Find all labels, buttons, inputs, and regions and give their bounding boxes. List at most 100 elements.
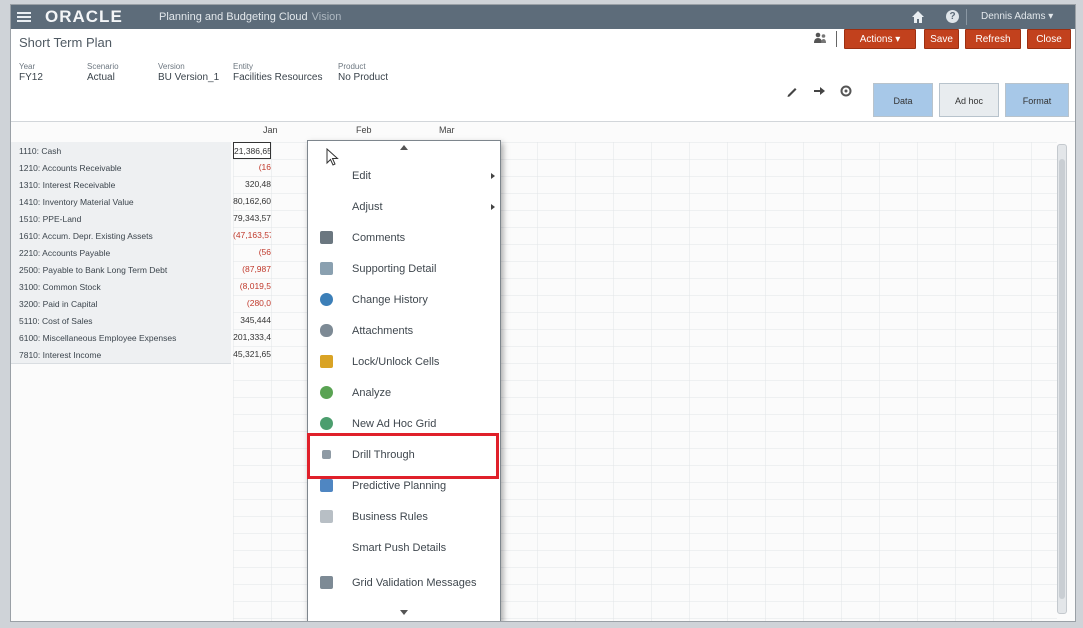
pencil-icon[interactable] (785, 84, 799, 98)
menu-item-change-history[interactable]: Change History (308, 285, 500, 315)
grid-cell[interactable]: (16 (233, 159, 271, 176)
menu-item-label: New Ad Hoc Grid (352, 418, 437, 430)
app-title: Planning and Budgeting Cloud Vision (159, 11, 341, 23)
row-label[interactable]: 1310: Interest Receivable (19, 180, 115, 190)
row-label[interactable]: 7810: Interest Income (19, 350, 101, 360)
validation-icon (320, 576, 333, 589)
row-label[interactable]: 3100: Common Stock (19, 282, 101, 292)
row-label[interactable]: 1610: Accum. Depr. Existing Assets (19, 231, 153, 241)
global-header: ORACLE Planning and Budgeting Cloud Visio… (11, 5, 1075, 29)
scroll-up-icon[interactable] (400, 145, 408, 150)
menu-item-label: Grid Validation Messages (352, 577, 477, 589)
tab-adhoc[interactable]: Ad hoc (939, 83, 999, 117)
help-icon[interactable]: ? (946, 10, 959, 23)
row-label[interactable]: 1110: Cash (19, 146, 61, 156)
row-label[interactable]: 1210: Accounts Receivable (19, 163, 122, 173)
row-label[interactable]: 6100: Miscellaneous Employee Expenses (19, 333, 176, 343)
user-menu[interactable]: Dennis Adams ▾ (981, 11, 1053, 22)
pov-year[interactable]: Year FY12 (19, 62, 43, 83)
column-header-mar[interactable]: Mar (439, 125, 455, 135)
pov-version[interactable]: Version BU Version_1 (158, 62, 219, 83)
grid-cell[interactable]: 345,444 (233, 312, 271, 329)
menu-item-attachments[interactable]: Attachments (308, 316, 500, 346)
menu-item-analyze[interactable]: Analyze (308, 378, 500, 408)
pov-value: No Product (338, 72, 389, 83)
actions-button[interactable]: Actions ▾ (844, 29, 916, 49)
actions-label: Actions (859, 34, 893, 45)
menu-item-label: Smart Push Details (352, 542, 447, 554)
submenu-arrow-icon (491, 204, 495, 210)
column-header-jan[interactable]: Jan (263, 125, 278, 135)
grid-cell[interactable]: (8,019,5 (233, 278, 271, 295)
menu-item-label: Adjust (352, 201, 383, 213)
comment-icon (320, 231, 333, 244)
pov-label: Scenario (87, 62, 119, 71)
pov-entity[interactable]: Entity Facilities Resources (233, 62, 322, 83)
divider (966, 9, 967, 25)
grid-cell[interactable]: 201,333,4 (233, 329, 271, 346)
adhoc-grid-icon (320, 417, 333, 430)
scrollbar-thumb[interactable] (1059, 159, 1065, 599)
vertical-scrollbar[interactable] (1057, 144, 1067, 614)
grid-cell[interactable]: 45,321,65 (233, 346, 271, 363)
arrow-right-icon[interactable] (812, 84, 826, 98)
paperclip-icon (320, 324, 333, 337)
oracle-logo: ORACLE (45, 7, 123, 26)
scroll-down-icon[interactable] (400, 610, 408, 615)
menu-item-label: Edit (352, 170, 371, 182)
grid-cell[interactable]: 320,48 (233, 176, 271, 193)
mouse-cursor-icon (326, 148, 339, 166)
column-header-feb[interactable]: Feb (356, 125, 372, 135)
row-label[interactable]: 2210: Accounts Payable (19, 248, 110, 258)
row-label[interactable]: 3200: Paid in Capital (19, 299, 97, 309)
predictive-icon (320, 479, 333, 492)
refresh-button[interactable]: Refresh (965, 29, 1021, 49)
tab-format[interactable]: Format (1005, 83, 1069, 117)
grid-cell[interactable]: 79,343,57 (233, 210, 271, 227)
pov-product[interactable]: Product No Product (338, 62, 388, 83)
row-label[interactable]: 2500: Payable to Bank Long Term Debt (19, 265, 167, 275)
pov-value: Facilities Resources (233, 72, 323, 83)
grid-cell[interactable]: (280,0 (233, 295, 271, 312)
analyze-icon (320, 386, 333, 399)
menu-item-label: Attachments (352, 325, 414, 337)
menu-item-smart-push[interactable]: Smart Push Details (308, 533, 500, 563)
divider (836, 31, 837, 47)
menu-item-label: Lock/Unlock Cells (352, 356, 440, 368)
menu-item-label: Supporting Detail (352, 263, 437, 275)
app-subtitle: Vision (311, 11, 342, 23)
grid-cell[interactable]: 21,386,65 (233, 142, 271, 159)
menu-item-grid-validation[interactable]: Grid Validation Messages (308, 568, 500, 598)
grid-cell[interactable]: (87,987 (233, 261, 271, 278)
lock-icon (320, 355, 333, 368)
tab-data[interactable]: Data (873, 83, 933, 117)
row-label[interactable]: 1510: PPE-Land (19, 214, 81, 224)
menu-item-lock-unlock[interactable]: Lock/Unlock Cells (308, 347, 500, 377)
pov-value: Actual (87, 72, 115, 83)
app-title-text: Planning and Budgeting Cloud (159, 11, 308, 23)
menu-item-label: Change History (352, 294, 428, 306)
history-icon (320, 293, 333, 306)
grid-cell[interactable]: 80,162,60 (233, 193, 271, 210)
gear-icon[interactable] (839, 84, 853, 98)
navigator-menu-icon[interactable] (17, 10, 31, 24)
row-label[interactable]: 1410: Inventory Material Value (19, 197, 134, 207)
save-button[interactable]: Save (924, 29, 959, 49)
page-title: Short Term Plan (19, 35, 112, 50)
menu-item-label: Predictive Planning (352, 480, 447, 492)
menu-item-business-rules[interactable]: Business Rules (308, 502, 500, 532)
user-name: Dennis Adams (981, 11, 1046, 22)
menu-item-supporting-detail[interactable]: Supporting Detail (308, 254, 500, 284)
pov-scenario[interactable]: Scenario Actual (87, 62, 119, 83)
grid-cell[interactable]: (56 (233, 244, 271, 261)
supporting-detail-icon (320, 262, 333, 275)
close-button[interactable]: Close (1027, 29, 1071, 49)
menu-item-adjust[interactable]: Adjust (308, 192, 500, 222)
users-icon[interactable] (813, 31, 827, 45)
pov-value: FY12 (19, 72, 43, 83)
row-label[interactable]: 5110: Cost of Sales (19, 316, 93, 326)
grid-cell[interactable]: (47,163,57 (233, 227, 271, 244)
menu-item-comments[interactable]: Comments (308, 223, 500, 253)
pov-value: BU Version_1 (158, 72, 220, 83)
home-icon[interactable] (911, 10, 925, 24)
